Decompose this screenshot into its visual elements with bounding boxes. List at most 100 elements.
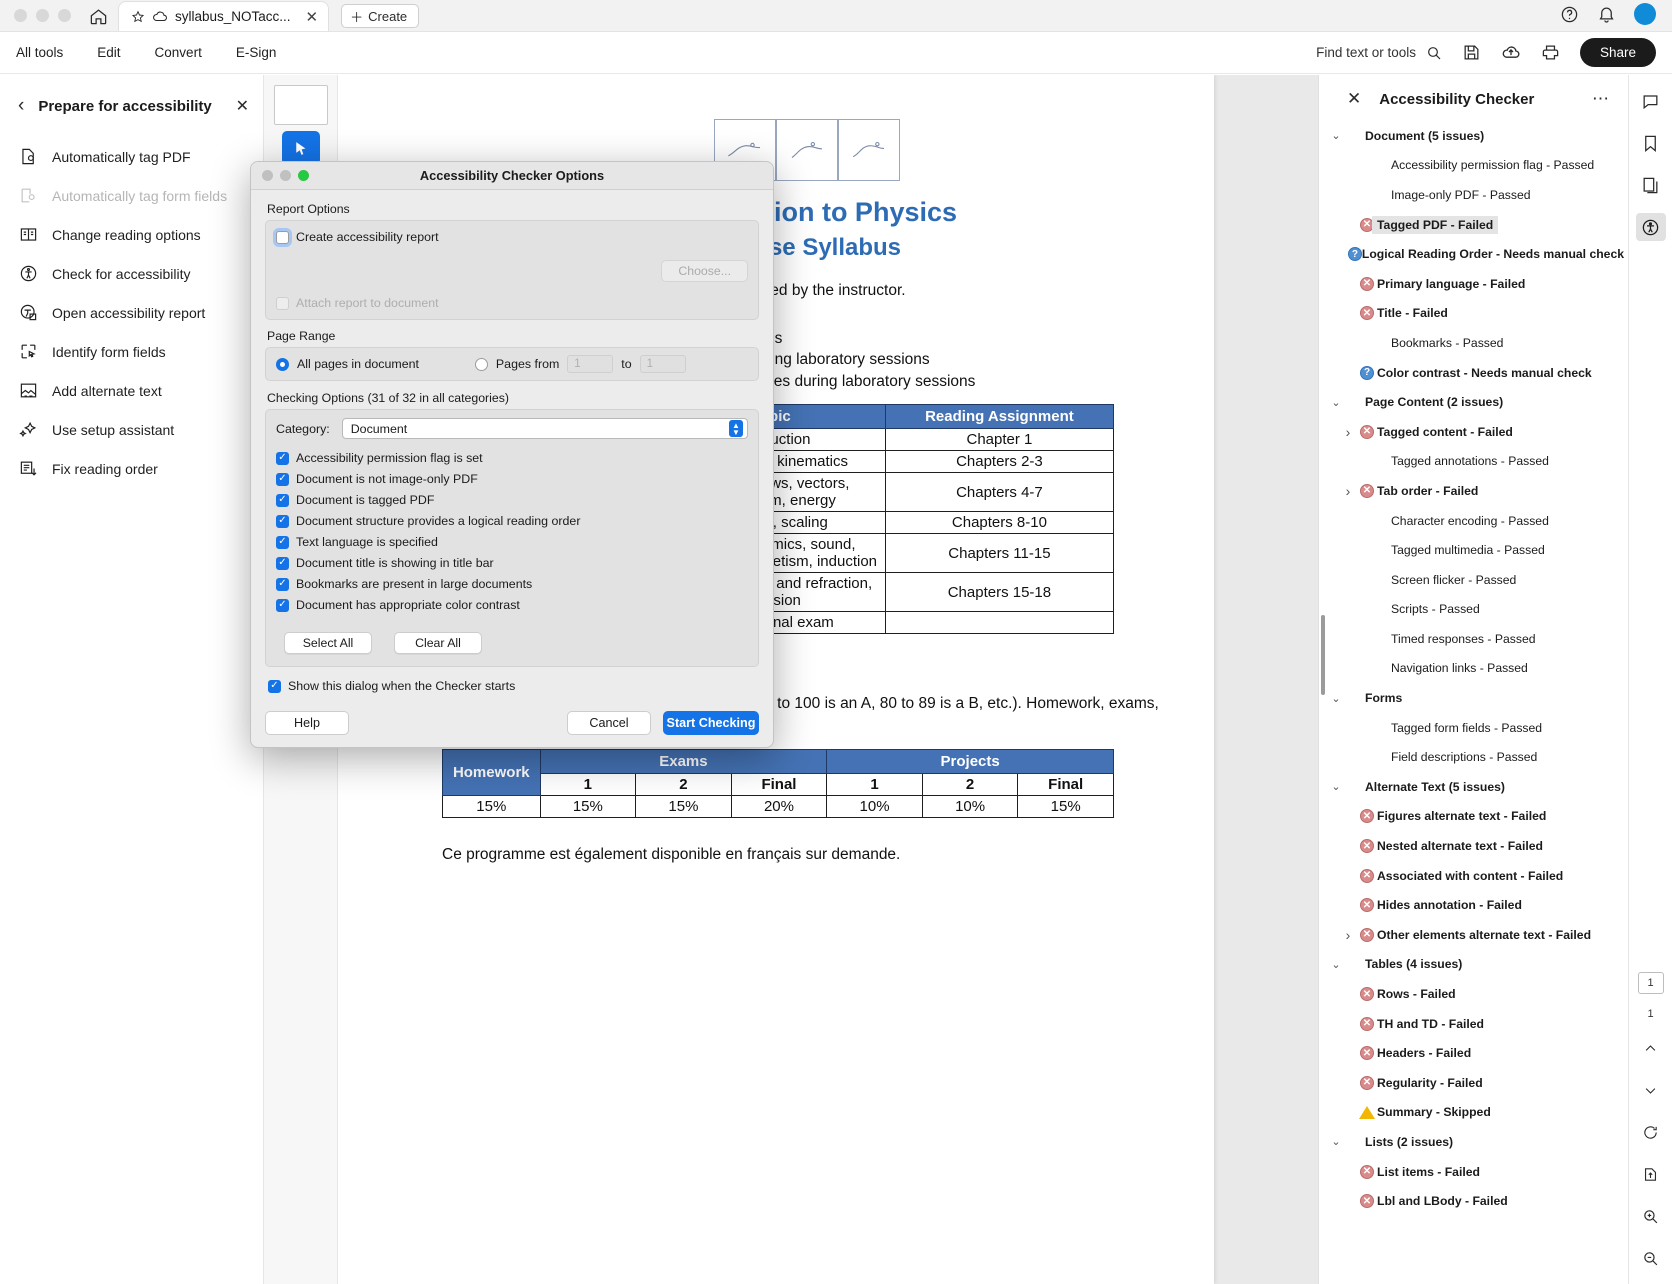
check-option-row[interactable]: Document title is showing in title bar — [276, 556, 748, 570]
close-icon[interactable]: ✕ — [236, 96, 249, 116]
search-icon[interactable] — [1426, 45, 1442, 61]
accessibility-issue-row[interactable]: ✕ Headers - Failed — [1319, 1038, 1624, 1068]
chevron-up-icon[interactable] — [1636, 1034, 1666, 1062]
chevron-down-icon[interactable]: ⌄ — [1327, 1135, 1345, 1148]
check-option-checkbox[interactable] — [276, 451, 289, 465]
check-option-checkbox[interactable] — [276, 514, 289, 528]
help-button[interactable]: Help — [265, 711, 349, 735]
check-option-row[interactable]: Document structure provides a logical re… — [276, 514, 748, 528]
accessibility-issue-row[interactable]: › ✕ Tagged content - Failed — [1319, 417, 1624, 447]
create-button[interactable]: ＋ Create — [341, 4, 420, 28]
show-dialog-checkbox[interactable] — [268, 679, 281, 693]
check-option-checkbox[interactable] — [276, 577, 289, 591]
page-number-field[interactable]: 1 — [1637, 972, 1664, 994]
zoom-in-icon[interactable] — [1636, 1202, 1666, 1230]
accessibility-issue-row[interactable]: ✕ Regularity - Failed — [1319, 1068, 1624, 1098]
accessibility-issue-row[interactable]: Image-only PDF - Passed — [1319, 180, 1624, 210]
share-button[interactable]: Share — [1579, 38, 1656, 67]
chevron-right-icon[interactable]: › — [1339, 424, 1357, 440]
avatar[interactable] — [1634, 3, 1656, 25]
accessibility-issue-row[interactable]: ✕ Rows - Failed — [1319, 979, 1624, 1009]
accessibility-issue-row[interactable]: › ✕ Other elements alternate text - Failed — [1319, 920, 1624, 950]
chevron-down-icon[interactable] — [1636, 1076, 1666, 1104]
accessibility-issue-row[interactable]: Tagged form fields - Passed — [1319, 713, 1624, 743]
left-panel-item-use-setup-assistant[interactable]: Use setup assistant — [0, 410, 263, 449]
left-panel-item-check-for-accessibility[interactable]: Check for accessibility — [0, 254, 263, 293]
chevron-updown-icon[interactable]: ▲ ▼ — [729, 420, 743, 437]
accessibility-issue-row[interactable]: ✕ Figures alternate text - Failed — [1319, 802, 1624, 832]
pages-to-input[interactable]: 1 — [639, 355, 686, 373]
accessibility-issue-row[interactable]: Scripts - Passed — [1319, 595, 1624, 625]
bookmark-icon[interactable] — [1636, 129, 1666, 157]
accessibility-issue-row[interactable]: Accessibility permission flag - Passed — [1319, 151, 1624, 181]
accessibility-icon[interactable] — [1635, 213, 1666, 241]
accessibility-issue-row[interactable]: Summary - Skipped — [1319, 1098, 1624, 1128]
left-panel-item-fix-reading-order[interactable]: Fix reading order — [0, 449, 263, 488]
accessibility-issue-row[interactable]: ✕ Tagged PDF - Failed — [1319, 210, 1624, 240]
chevron-down-icon[interactable]: ⌄ — [1327, 692, 1345, 705]
cancel-button[interactable]: Cancel — [567, 711, 651, 735]
save-icon[interactable] — [1462, 43, 1481, 62]
accessibility-issue-row[interactable]: ⌄ Page Content (2 issues) — [1319, 387, 1624, 417]
check-option-row[interactable]: Text language is specified — [276, 535, 748, 549]
close-icon[interactable]: ✕ — [298, 8, 319, 26]
accessibility-issue-row[interactable]: ⌄ Tables (4 issues) — [1319, 950, 1624, 980]
window-maximize-button[interactable] — [58, 9, 71, 22]
comment-icon[interactable] — [1636, 87, 1666, 115]
chevron-down-icon[interactable]: ⌄ — [1327, 396, 1345, 409]
left-panel-item-automatically-tag-pdf[interactable]: Automatically tag PDF — [0, 137, 263, 176]
show-dialog-row[interactable]: Show this dialog when the Checker starts — [265, 679, 759, 693]
check-option-checkbox[interactable] — [276, 535, 289, 549]
accessibility-issue-row[interactable]: ✕ Nested alternate text - Failed — [1319, 831, 1624, 861]
accessibility-issue-row[interactable]: Tagged multimedia - Passed — [1319, 535, 1624, 565]
select-tool-button[interactable] — [281, 131, 320, 165]
left-panel-item-identify-form-fields[interactable]: Identify form fields — [0, 332, 263, 371]
check-option-row[interactable]: Document has appropriate color contrast — [276, 598, 748, 612]
window-controls[interactable] — [0, 9, 85, 31]
check-option-checkbox[interactable] — [276, 493, 289, 507]
pages-from-input[interactable]: 1 — [567, 355, 614, 373]
accessibility-issue-row[interactable]: › ✕ Tab order - Failed — [1319, 476, 1624, 506]
export-icon[interactable] — [1636, 1160, 1666, 1188]
accessibility-issue-row[interactable]: ⌄ Alternate Text (5 issues) — [1319, 772, 1624, 802]
accessibility-issue-row[interactable]: Character encoding - Passed — [1319, 506, 1624, 536]
cloud-upload-icon[interactable] — [1501, 43, 1521, 63]
pages-from-radio[interactable] — [474, 357, 488, 371]
create-report-row[interactable]: Create accessibility report — [276, 230, 748, 244]
accessibility-issue-row[interactable]: ? Color contrast - Needs manual check — [1319, 358, 1624, 388]
chevron-down-icon[interactable]: ⌄ — [1327, 129, 1345, 142]
create-report-checkbox[interactable] — [276, 230, 289, 244]
accessibility-issue-row[interactable]: ⌄ Forms — [1319, 683, 1624, 713]
chevron-left-icon[interactable]: ‹ — [18, 95, 24, 117]
accessibility-issue-row[interactable]: Field descriptions - Passed — [1319, 742, 1624, 772]
check-option-row[interactable]: Accessibility permission flag is set — [276, 451, 748, 465]
window-close-button[interactable] — [14, 9, 27, 22]
accessibility-issue-row[interactable]: ⌄ Lists (2 issues) — [1319, 1127, 1624, 1157]
select-all-button[interactable]: Select All — [284, 632, 372, 654]
check-option-checkbox[interactable] — [276, 598, 289, 612]
pages-icon[interactable] — [1636, 171, 1666, 199]
accessibility-issue-row[interactable]: ✕ Title - Failed — [1319, 299, 1624, 329]
menu-esign[interactable]: E-Sign — [236, 45, 277, 60]
accessibility-issue-row[interactable]: Tagged annotations - Passed — [1319, 447, 1624, 477]
all-pages-radio[interactable] — [276, 357, 289, 371]
menu-edit[interactable]: Edit — [97, 45, 120, 60]
accessibility-issue-row[interactable]: ✕ Associated with content - Failed — [1319, 861, 1624, 891]
chevron-right-icon[interactable]: › — [1339, 483, 1357, 499]
check-option-row[interactable]: Bookmarks are present in large documents — [276, 577, 748, 591]
star-icon[interactable] — [131, 10, 145, 24]
accessibility-issue-row[interactable]: ? Logical Reading Order - Needs manual ch… — [1319, 239, 1624, 269]
left-panel-item-change-reading-options[interactable]: Change reading options — [0, 215, 263, 254]
document-tab[interactable]: syllabus_NOTacc... ✕ — [118, 1, 330, 31]
rotate-icon[interactable] — [1636, 1118, 1666, 1146]
accessibility-issue-row[interactable]: Timed responses - Passed — [1319, 624, 1624, 654]
page-thumbnail[interactable] — [273, 85, 328, 125]
close-icon[interactable]: ✕ — [1347, 89, 1361, 109]
chevron-down-icon[interactable]: ⌄ — [1327, 958, 1345, 971]
accessibility-issue-row[interactable]: Navigation links - Passed — [1319, 654, 1624, 684]
home-icon[interactable] — [85, 7, 118, 31]
more-options-icon[interactable]: ⋯ — [1592, 89, 1618, 109]
check-option-checkbox[interactable] — [276, 472, 289, 486]
accessibility-issue-row[interactable]: ✕ Primary language - Failed — [1319, 269, 1624, 299]
accessibility-issue-row[interactable]: Bookmarks - Passed — [1319, 328, 1624, 358]
